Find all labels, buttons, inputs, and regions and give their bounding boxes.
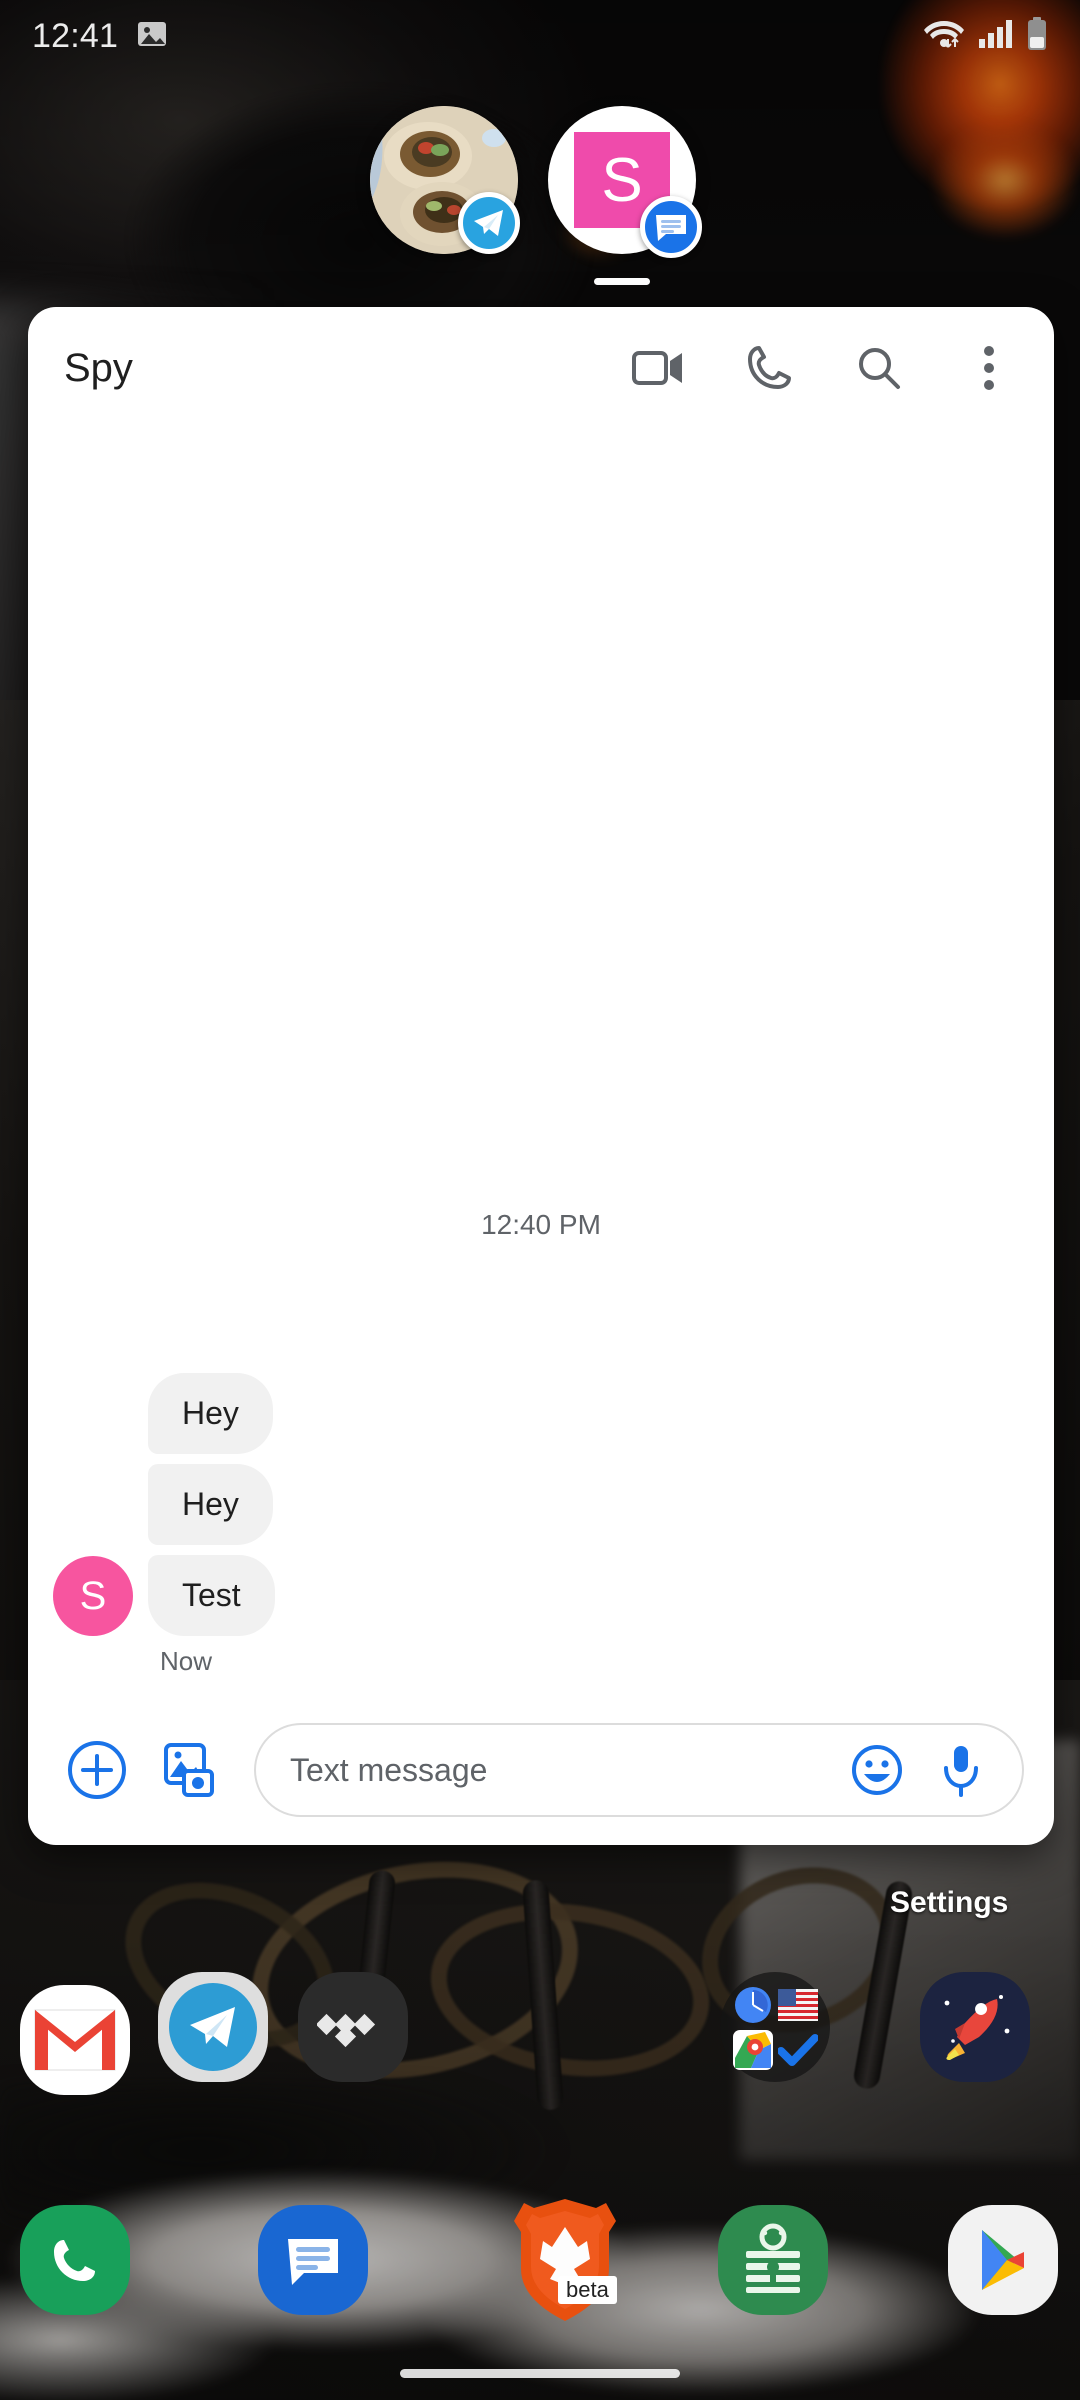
wifi-icon — [924, 17, 964, 56]
clock-icon — [732, 1984, 773, 2025]
message-bubble[interactable]: Hey — [148, 1373, 273, 1454]
settings-app-label: Settings — [890, 1886, 1009, 1919]
app-tidal[interactable] — [298, 1972, 408, 2082]
tidal-icon — [298, 1972, 408, 2082]
chat-header: Spy — [28, 307, 1054, 429]
app-keepass[interactable] — [718, 2205, 828, 2315]
folder-icon — [720, 1972, 830, 2082]
app-rocket[interactable] — [920, 1972, 1030, 2082]
brave-beta-icon: beta — [500, 2190, 630, 2330]
maps-icon — [732, 2029, 773, 2070]
avatar: S — [53, 1556, 133, 1636]
overflow-menu-icon[interactable] — [960, 339, 1018, 397]
app-telegram[interactable] — [158, 1972, 268, 2082]
app-play-store[interactable] — [948, 2205, 1058, 2315]
telegram-bubble[interactable] — [370, 106, 520, 254]
chat-window: Spy 12:40 PM Hey Hey S Test Now Text mes… — [28, 307, 1054, 1845]
message-bubble[interactable]: Hey — [148, 1464, 273, 1545]
phone-icon[interactable] — [740, 339, 798, 397]
rocket-icon — [920, 1972, 1030, 2082]
app-utilities-folder[interactable] — [720, 1972, 830, 2082]
status-bar: 12:41 — [0, 0, 1080, 72]
spy-bubble[interactable]: S — [548, 106, 702, 258]
message-input-field[interactable]: Text message — [254, 1723, 1024, 1817]
battery-icon — [1026, 16, 1048, 56]
gmail-icon — [20, 1985, 130, 2095]
app-gmail[interactable] — [20, 1985, 130, 2095]
message-input-placeholder: Text message — [290, 1751, 488, 1788]
messages-badge-icon — [640, 196, 702, 258]
message-list: Hey Hey S Test Now — [28, 1373, 1054, 1677]
sender-avatar-slot: S — [38, 1556, 148, 1636]
chat-input-bar: Text message — [28, 1695, 1054, 1845]
microphone-icon[interactable] — [928, 1737, 994, 1803]
bubble-bar: S — [0, 92, 1080, 292]
table-row[interactable]: Hey — [38, 1373, 1030, 1454]
chat-body: 12:40 PM Hey Hey S Test Now — [28, 429, 1054, 1695]
app-messages[interactable] — [258, 2205, 368, 2315]
chat-title: Spy — [64, 345, 133, 390]
message-timestamp: 12:40 PM — [481, 1209, 601, 1240]
video-call-icon[interactable] — [630, 339, 688, 397]
search-icon[interactable] — [850, 339, 908, 397]
phone-app-icon — [20, 2205, 130, 2315]
table-row[interactable]: Hey — [38, 1464, 1030, 1545]
messages-app-icon — [258, 2205, 368, 2315]
telegram-icon — [158, 1972, 268, 2082]
message-status: Now — [160, 1646, 213, 1676]
home-indicator[interactable] — [400, 2369, 680, 2378]
brave-beta-badge: beta — [558, 2276, 617, 2304]
plus-circle-icon[interactable] — [64, 1737, 130, 1803]
photo-notification-icon — [136, 18, 168, 55]
tasks-check-icon — [777, 2029, 818, 2070]
flag-icon — [777, 1984, 818, 2025]
table-row[interactable]: S Test — [38, 1555, 1030, 1636]
gallery-camera-icon[interactable] — [156, 1737, 222, 1803]
play-store-icon — [948, 2205, 1058, 2315]
status-time: 12:41 — [32, 16, 119, 55]
chat-header-actions — [630, 339, 1018, 397]
telegram-badge-icon — [458, 192, 520, 254]
app-phone[interactable] — [20, 2205, 130, 2315]
emoji-icon[interactable] — [844, 1737, 910, 1803]
bubble-selected-indicator — [594, 278, 650, 285]
cellular-signal-icon — [978, 19, 1012, 54]
app-brave-beta[interactable]: beta — [500, 2190, 630, 2330]
keepass-icon — [718, 2205, 828, 2315]
message-bubble[interactable]: Test — [148, 1555, 275, 1636]
